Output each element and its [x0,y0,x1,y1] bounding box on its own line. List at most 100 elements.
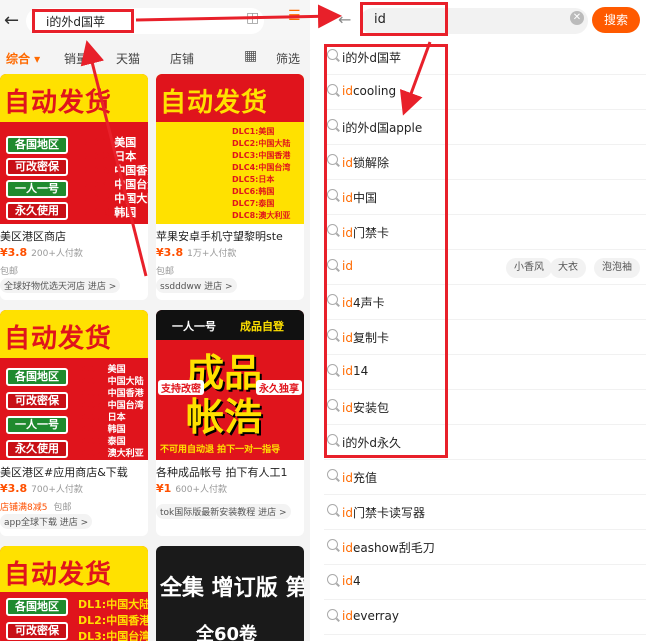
back-arrow-icon[interactable]: ← [338,10,351,29]
annotation-highlight-box [360,2,448,36]
suggestion-item[interactable]: ideashow刮毛刀 [324,530,646,565]
tab-shops[interactable]: 店铺 [170,50,194,67]
clear-icon[interactable]: ✕ [570,11,584,25]
product-card[interactable]: 全集 增订版 第 全60卷 [156,546,304,641]
product-price: ¥1 600+人付款 [156,482,228,495]
panel-divider [310,0,324,641]
image-bottom-label: 不可用自动退 拍下一对一指导 [160,445,281,455]
image-tag: 各国地区 [6,598,68,616]
image-headline: 自动发货 [160,88,269,118]
image-dlc-line: DLC8:澳大利亚 [78,449,144,459]
image-dlc-line: DLC4:中国台湾 [232,163,291,172]
image-tag: 可改密保 [6,392,68,410]
camera-icon[interactable]: ◫ [246,10,259,26]
product-image: 一人一号 成品自登 成品 帐浩 支持改密 永久独享 不可用自动退 拍下一对一指导 [156,310,304,460]
suggestion-chip[interactable]: 泡泡袖 [594,258,640,278]
image-dlc-line: DLC7:泰国 [232,199,275,208]
search-button[interactable]: 搜索 [592,7,640,33]
search-icon [327,609,338,620]
screenshot-root: ← i的外d国苹 ◫ ☰ 综合 ▾ 销量 天猫 店铺 ▦ 筛选 自动发货 各国地… [0,0,646,641]
product-card[interactable]: 自动发货 各国地区 可改密保 一人一号 永久使用 DLC1:美国 DLC2:中国… [0,310,148,536]
suggestion-item[interactable]: ideverray [324,600,646,635]
image-dlc-line: DLC8:澳大利亚 [232,211,291,220]
image-tag: 一人一号 [6,180,68,198]
search-suggestion-panel: ← id ✕ 搜索 i的外d国苹 idcooling i的外d国apple id锁解除… [324,0,646,641]
annotation-highlight-box [324,44,448,458]
image-headline: 自动发货 [4,324,113,354]
grid-view-icon[interactable]: ▦ [244,48,257,64]
image-side-chip: 支持改密 [158,380,204,395]
product-price: ¥3.8 700+人付款 [0,482,83,495]
suggestion-text: id4 [342,574,361,588]
tab-tmall[interactable]: 天猫 [116,50,140,67]
image-dlc-line: DL2:中国香港 [78,614,148,627]
image-dlc-line: DLC3:中国香港 [232,151,291,160]
product-image: 自动发货 各国地区 可改密保 一人一号 永久使用 DLC1:美国 DLC2:日本… [0,74,148,224]
product-shipping: 包邮 [0,267,19,277]
product-title[interactable]: 美区港区商店 [0,228,148,244]
suggestion-header: ← id ✕ 搜索 [324,0,646,40]
search-icon [327,574,338,585]
suggestion-chip[interactable]: 小香风 [506,258,552,278]
image-headline: 自动发货 [4,88,113,118]
shop-link[interactable]: 全球好物优选天河店 进店 > [0,278,121,293]
image-side-chip: 永久独享 [256,380,302,395]
image-tag: 永久使用 [6,202,68,220]
image-dlc-line: DL3:中国台湾 [78,630,148,641]
suggestion-text: ideashow刮毛刀 [342,541,435,555]
product-shipping: 包邮 [156,267,175,277]
tab-comprehensive[interactable]: 综合 ▾ [6,50,40,67]
shop-link[interactable]: tok国际版最新安装教程 进店 > [156,504,291,519]
image-dlc-line: DL1:中国大陆 [78,598,148,611]
image-tag: 一人一号 [6,416,68,434]
suggestion-chip[interactable]: 大衣 [550,258,586,278]
image-headline: 自动发货 [4,560,113,590]
image-tag: 可改密保 [6,158,68,176]
product-card[interactable]: 一人一号 成品自登 成品 帐浩 支持改密 永久独享 不可用自动退 拍下一对一指导… [156,310,304,536]
tab-filter[interactable]: 筛选 [276,50,300,67]
suggestion-text: ideverray [342,609,399,623]
back-arrow-icon[interactable]: ← [4,10,19,31]
product-card[interactable]: 自动发货 各国地区 可改密保 一人一号 永久使用 DLC1:美国 DLC2:日本… [0,74,148,300]
suggestion-item[interactable]: id门禁卡读写器 [324,495,646,530]
search-icon [327,539,338,550]
product-price: ¥3.8 1万+人付款 [156,246,237,259]
product-card[interactable]: 自动发货 各国地区 可改密保 DL1:中国大陆 DL2:中国香港 DL3:中国台… [0,546,148,641]
product-price: ¥3.8 200+人付款 [0,246,83,259]
image-top-label: 成品自登 [240,320,284,333]
suggestion-item[interactable]: id充值 [324,460,646,495]
image-tag: 可改密保 [6,622,68,640]
more-menu-icon[interactable]: ☰ [288,8,301,24]
image-tag: 各国地区 [6,136,68,154]
image-dlc-line: DLC6:韩国 [78,206,137,219]
image-text: 全60卷 [196,624,258,641]
product-image: 自动发货 各国地区 可改密保 一人一号 永久使用 DLC1:美国 DLC2:中国… [0,310,148,460]
image-dlc-line: DLC6:韩国 [232,187,275,196]
results-header: ← i的外d国苹 ◫ ☰ [0,0,310,40]
image-dlc-line: DLC5:日本 [232,175,275,184]
search-icon [327,469,338,480]
product-title[interactable]: 美区港区#应用商店&下载 [0,464,148,480]
product-title[interactable]: 苹果安卓手机守望黎明ste [156,228,304,244]
shop-link[interactable]: app全球下载 进店 > [0,514,93,529]
filter-bar: 综合 ▾ 销量 天猫 店铺 ▦ 筛选 [0,42,310,72]
search-icon [327,504,338,515]
suggestion-text: id门禁卡读写器 [342,506,425,520]
image-text: 全集 增订版 第 [160,576,304,601]
image-tag: 各国地区 [6,368,68,386]
image-tag: 永久使用 [6,440,68,458]
shop-link[interactable]: ssdddww 进店 > [156,278,237,293]
image-dlc-line: DLC2:中国大陆 [232,139,291,148]
product-image: 自动发货 各国地区 可改密保 DL1:中国大陆 DL2:中国香港 DL3:中国台… [0,546,148,641]
search-results-panel: ← i的外d国苹 ◫ ☰ 综合 ▾ 销量 天猫 店铺 ▦ 筛选 自动发货 各国地… [0,0,310,641]
tab-sales[interactable]: 销量 [64,50,88,67]
annotation-highlight-box [32,9,134,33]
product-shipping: 店铺满8减5 包邮 [0,503,72,513]
suggestion-item[interactable]: id4 [324,565,646,600]
image-top-label: 一人一号 [172,320,216,333]
suggestion-text: id充值 [342,471,377,485]
product-card[interactable]: 自动发货 DLC1:美国 DLC2:中国大陆 DLC3:中国香港 DLC4:中国… [156,74,304,300]
product-image: 自动发货 DLC1:美国 DLC2:中国大陆 DLC3:中国香港 DLC4:中国… [156,74,304,224]
image-dlc-line: DLC1:美国 [232,127,275,136]
product-title[interactable]: 各种成品帐号 拍下有人工1 [156,464,304,480]
